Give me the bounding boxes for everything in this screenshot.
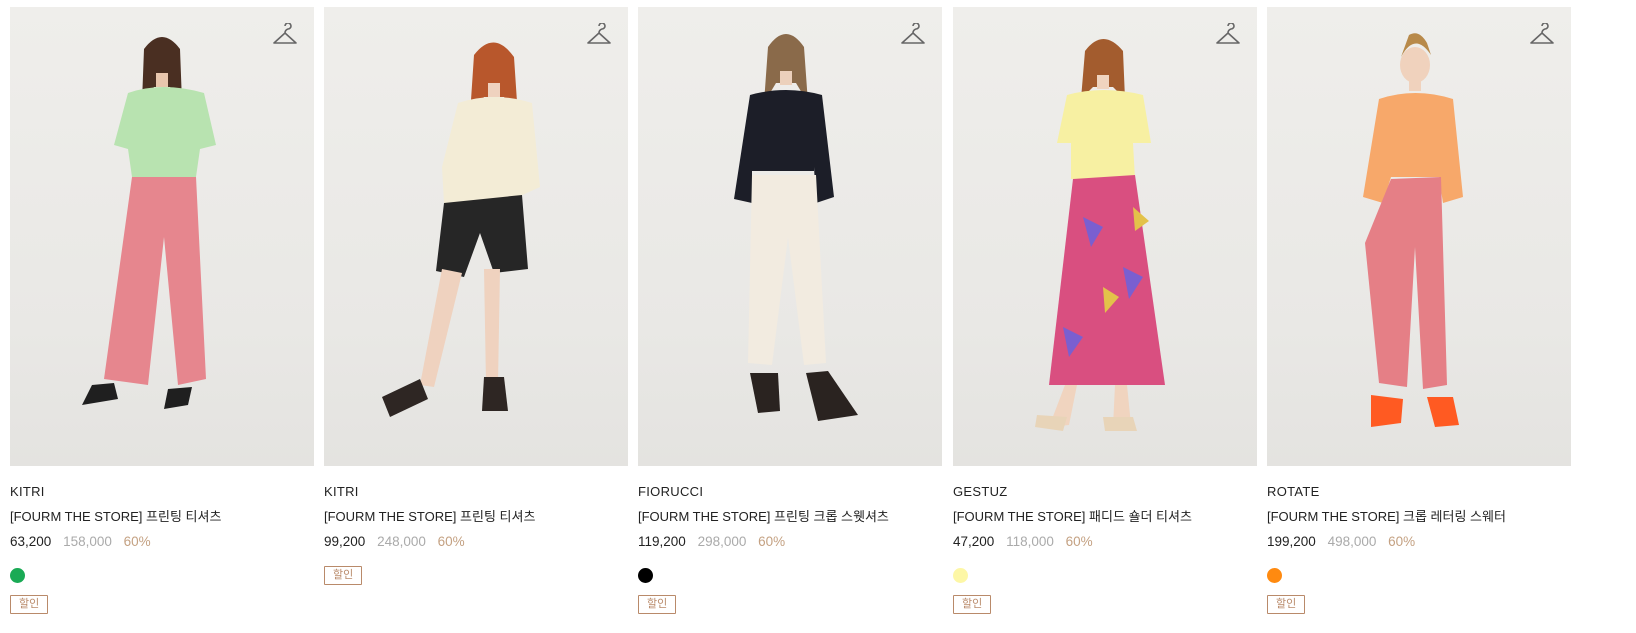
product-image[interactable] (953, 7, 1257, 466)
price-row: 119,200 298,000 60% (638, 534, 942, 550)
color-swatch-black[interactable] (638, 568, 653, 583)
product-card[interactable]: FIORUCCI [FOURM THE STORE] 프린팅 크롭 스웻셔츠 1… (638, 7, 942, 614)
hanger-icon[interactable] (272, 23, 298, 47)
price-row: 47,200 118,000 60% (953, 534, 1257, 550)
hanger-icon[interactable] (1215, 23, 1241, 47)
price-row: 63,200 158,000 60% (10, 534, 314, 550)
sale-price: 63,200 (10, 534, 52, 549)
product-name[interactable]: [FOURM THE STORE] 패디드 숄더 티셔츠 (953, 509, 1257, 525)
sale-price: 119,200 (638, 534, 686, 549)
color-swatch-green[interactable] (10, 568, 25, 583)
original-price: 118,000 (1006, 534, 1054, 549)
discount-rate: 60% (758, 534, 786, 549)
model-figure (382, 42, 540, 417)
product-card[interactable]: GESTUZ [FOURM THE STORE] 패디드 숄더 티셔츠 47,2… (953, 7, 1257, 614)
model-figure (1363, 33, 1463, 427)
discount-rate: 60% (437, 534, 465, 549)
product-brand[interactable]: KITRI (10, 484, 314, 500)
product-name[interactable]: [FOURM THE STORE] 프린팅 티셔츠 (324, 509, 628, 525)
hanger-icon[interactable] (900, 23, 926, 47)
color-swatch-yellow[interactable] (953, 568, 968, 583)
product-name[interactable]: [FOURM THE STORE] 프린팅 티셔츠 (10, 509, 314, 525)
sale-badge: 할인 (638, 595, 677, 614)
product-grid: KITRI [FOURM THE STORE] 프린팅 티셔츠 63,200 1… (0, 0, 1636, 633)
sale-badge: 할인 (10, 595, 49, 614)
model-figure (82, 37, 216, 409)
product-brand[interactable]: KITRI (324, 484, 628, 500)
model-figure (734, 34, 858, 421)
product-brand[interactable]: GESTUZ (953, 484, 1257, 500)
original-price: 498,000 (1327, 534, 1377, 549)
hanger-icon[interactable] (586, 23, 612, 47)
hanger-icon[interactable] (1529, 23, 1555, 47)
product-card[interactable]: KITRI [FOURM THE STORE] 프린팅 티셔츠 63,200 1… (10, 7, 314, 614)
original-price: 248,000 (377, 534, 426, 549)
product-name[interactable]: [FOURM THE STORE] 프린팅 크롭 스웻셔츠 (638, 509, 942, 525)
original-price: 298,000 (697, 534, 747, 549)
original-price: 158,000 (63, 534, 112, 549)
color-swatch-orange[interactable] (1267, 568, 1282, 583)
product-brand[interactable]: FIORUCCI (638, 484, 942, 500)
sale-price: 47,200 (953, 534, 995, 549)
product-name[interactable]: [FOURM THE STORE] 크롭 레터링 스웨터 (1267, 509, 1571, 525)
product-image[interactable] (10, 7, 314, 466)
discount-rate: 60% (123, 534, 151, 549)
product-card[interactable]: ROTATE [FOURM THE STORE] 크롭 레터링 스웨터 199,… (1267, 7, 1571, 614)
sale-badge: 할인 (324, 566, 363, 585)
product-image[interactable] (1267, 7, 1571, 466)
product-image[interactable] (638, 7, 942, 466)
product-card[interactable]: KITRI [FOURM THE STORE] 프린팅 티셔츠 99,200 2… (324, 7, 628, 585)
price-row: 99,200 248,000 60% (324, 534, 628, 550)
model-figure (1035, 39, 1165, 431)
sale-badge: 할인 (953, 595, 992, 614)
product-image[interactable] (324, 7, 628, 466)
price-row: 199,200 498,000 60% (1267, 534, 1571, 550)
sale-badge: 할인 (1267, 595, 1306, 614)
sale-price: 199,200 (1267, 534, 1316, 549)
product-brand[interactable]: ROTATE (1267, 484, 1571, 500)
discount-rate: 60% (1065, 534, 1093, 549)
discount-rate: 60% (1388, 534, 1416, 549)
sale-price: 99,200 (324, 534, 366, 549)
